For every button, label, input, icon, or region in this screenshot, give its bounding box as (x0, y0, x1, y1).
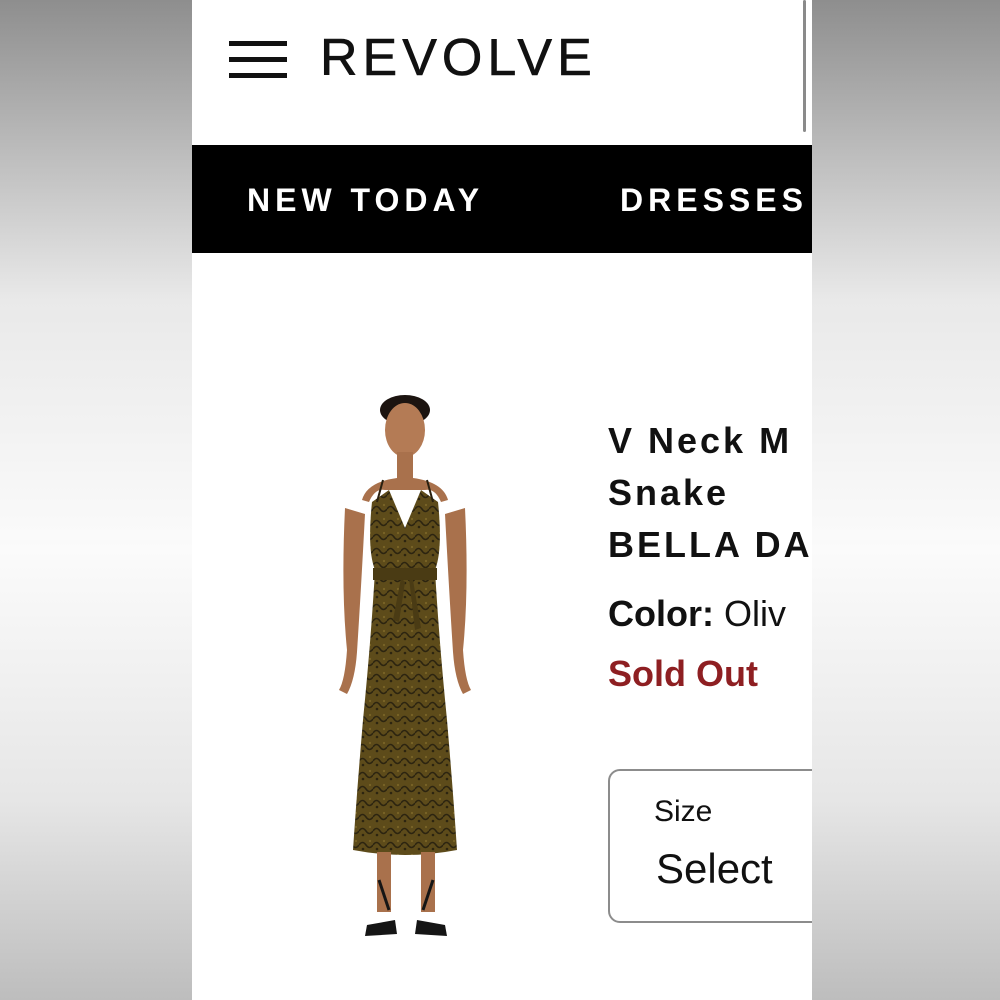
size-value: Select (656, 845, 773, 892)
nav-item-new-today[interactable]: NEW TODAY (247, 182, 484, 219)
product-color: Color: Oliv (608, 589, 812, 639)
size-label: Size (654, 795, 713, 828)
site-logo[interactable]: REVOLVE (320, 28, 597, 88)
background-right (812, 0, 1000, 1000)
hamburger-menu-icon[interactable] (229, 41, 287, 79)
model-dress-illustration (339, 395, 471, 936)
product-title-line-1: V Neck M (608, 420, 793, 461)
stock-status: Sold Out (608, 653, 758, 694)
category-nav: NEW TODAY DRESSES (192, 145, 812, 253)
site-header: REVOLVE (192, 0, 812, 145)
mobile-page: REVOLVE NEW TODAY DRESSES V Neck M Snake… (192, 0, 812, 1000)
product-info: V Neck M Snake BELLA DAH Color: Oliv Sol… (608, 415, 812, 699)
color-value: Oliv (724, 593, 786, 634)
nav-item-dresses[interactable]: DRESSES (620, 182, 808, 219)
color-label: Color: (608, 593, 714, 634)
background-left (0, 0, 192, 1000)
product-title-line-2: Snake (608, 472, 730, 513)
size-select[interactable]: Size Select (608, 769, 812, 923)
product-brand[interactable]: BELLA DAH (608, 519, 812, 571)
product-image[interactable] (317, 390, 487, 950)
